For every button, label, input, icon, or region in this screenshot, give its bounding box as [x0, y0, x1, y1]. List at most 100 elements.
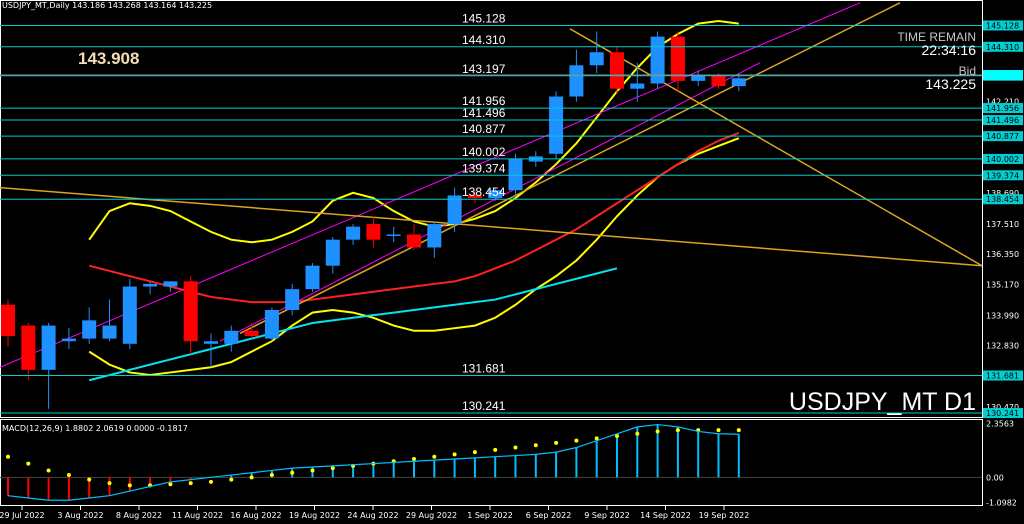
y-axis: 145.128144.310143.197142.210141.956141.4… — [0, 20, 1023, 419]
candle-body — [366, 224, 381, 240]
candle-body — [670, 36, 685, 81]
macd-signal-dot — [432, 454, 437, 459]
macd-header-info: MACD(12,26,9) 1.8802 2.0619 0.0000 -0.18… — [2, 424, 188, 433]
trend-line — [239, 2, 901, 335]
candle-body — [630, 83, 645, 89]
candle-body — [122, 286, 137, 344]
macd-signal-dot — [290, 470, 295, 475]
candle-body — [204, 341, 218, 344]
candle-body — [569, 65, 584, 97]
macd-signal-dot — [107, 481, 112, 486]
macd-signal-dot — [310, 468, 315, 473]
candle-body — [41, 325, 56, 370]
macd-signal-dot — [127, 483, 132, 488]
x-tick-label: 29 Jul 2022 — [0, 511, 45, 520]
x-tick-label: 16 Aug 2022 — [230, 511, 281, 520]
macd-signal-dot — [269, 473, 274, 478]
candle-body — [508, 158, 523, 191]
macd-signal-dot — [249, 475, 254, 480]
y-tick-label: 140.002 — [986, 155, 1019, 164]
x-tick-label: 6 Sep 2022 — [526, 511, 572, 520]
macd-signal-dot — [675, 428, 680, 433]
candle-body — [82, 320, 97, 339]
x-tick-label: 24 Aug 2022 — [347, 511, 398, 520]
candle-body — [346, 226, 361, 240]
candle-body — [21, 325, 36, 370]
candle-body — [143, 283, 158, 287]
macd-signal-dot — [452, 452, 457, 457]
macd-signal-dot — [716, 428, 721, 433]
time-remain-value: 22:34:16 — [921, 42, 977, 58]
x-tick-label: 9 Sep 2022 — [584, 511, 630, 520]
y-tick-label: 141.496 — [986, 116, 1019, 125]
macd-signal-dot — [533, 443, 538, 448]
candle-body — [731, 78, 746, 87]
level-label: 138.454 — [462, 185, 506, 199]
candle-body — [244, 330, 259, 336]
x-tick-label: 19 Sep 2022 — [699, 511, 750, 520]
macd-signal-dot — [513, 445, 518, 450]
macd-signal-dot — [554, 440, 559, 445]
bid-tag — [983, 70, 1023, 81]
y-tick-label: 144.310 — [986, 43, 1019, 52]
candle-body — [589, 52, 604, 66]
candle-body — [386, 234, 401, 236]
macd-signal-dot — [229, 477, 234, 482]
candle-body — [650, 36, 665, 84]
level-label: 131.681 — [462, 362, 506, 376]
candle-body — [407, 234, 421, 248]
chart-canvas: 145.128 144.310 143.197 141.956 141.496 140.8… — [0, 0, 1023, 520]
candle-body — [691, 75, 706, 81]
level-label: 130.241 — [462, 399, 506, 413]
y-tick-label: 141.956 — [986, 104, 1019, 113]
level-label: 143.197 — [462, 62, 506, 76]
macd-y-tick-label: 0.00 — [986, 473, 1004, 482]
indicator-series-line — [88, 132, 740, 304]
y-tick-label: 140.877 — [986, 132, 1019, 141]
x-tick-label: 11 Aug 2022 — [172, 511, 223, 520]
level-label: 140.877 — [462, 122, 506, 136]
macd-signal-dot — [493, 447, 498, 452]
y-tick-label: 136.350 — [986, 250, 1019, 259]
current-price-label: 143.908 — [78, 49, 140, 68]
macd-signal-dot — [635, 431, 640, 436]
macd-signal-dot — [472, 450, 477, 455]
chart-header-info: USDJPY_MT,Daily 143.186 143.268 143.164 … — [2, 1, 213, 10]
candle-body — [305, 265, 320, 290]
candle-body — [264, 309, 279, 339]
y-tick-label: 130.241 — [986, 409, 1019, 418]
macd-signal-dot — [209, 479, 213, 484]
x-tick-label: 3 Aug 2022 — [57, 511, 103, 520]
candle-body — [285, 289, 300, 310]
candle-body — [427, 224, 442, 248]
macd-signal-dot — [46, 468, 51, 473]
level-label: 144.310 — [462, 33, 506, 47]
candle-body — [1, 304, 15, 336]
level-label: 145.128 — [462, 11, 506, 25]
macd-y-tick-label: 2.3563 — [986, 419, 1014, 428]
candle-body — [61, 338, 76, 342]
y-tick-label: 132.830 — [986, 342, 1019, 351]
candles — [1, 31, 746, 409]
y-tick-label: 145.128 — [986, 21, 1019, 30]
macd-signal-dot — [736, 428, 741, 433]
level-label: 139.374 — [462, 161, 506, 175]
x-tick-label: 19 Aug 2022 — [289, 511, 340, 520]
level-label: 140.002 — [462, 145, 506, 159]
candle-body — [183, 281, 198, 342]
symbol-label: USDJPY_MT D1 — [788, 388, 976, 416]
y-tick-label: 133.990 — [986, 311, 1019, 320]
bid-value: 143.225 — [925, 76, 976, 92]
y-tick-label: 139.374 — [986, 171, 1019, 180]
x-axis: 29 Jul 2022 3 Aug 2022 8 Aug 2022 11 Aug 20… — [0, 506, 749, 520]
macd-signal-dot — [66, 473, 71, 478]
candle-body — [102, 325, 117, 339]
x-tick-label: 29 Aug 2022 — [406, 511, 457, 520]
macd-signal-dot — [574, 438, 579, 443]
macd-signal-dot — [655, 429, 660, 434]
y-tick-label: 137.510 — [986, 220, 1019, 229]
x-tick-label: 1 Sep 2022 — [467, 511, 513, 520]
y-tick-label: 138.454 — [986, 195, 1019, 204]
candle-body — [224, 330, 239, 344]
x-tick-label: 14 Sep 2022 — [640, 511, 691, 520]
